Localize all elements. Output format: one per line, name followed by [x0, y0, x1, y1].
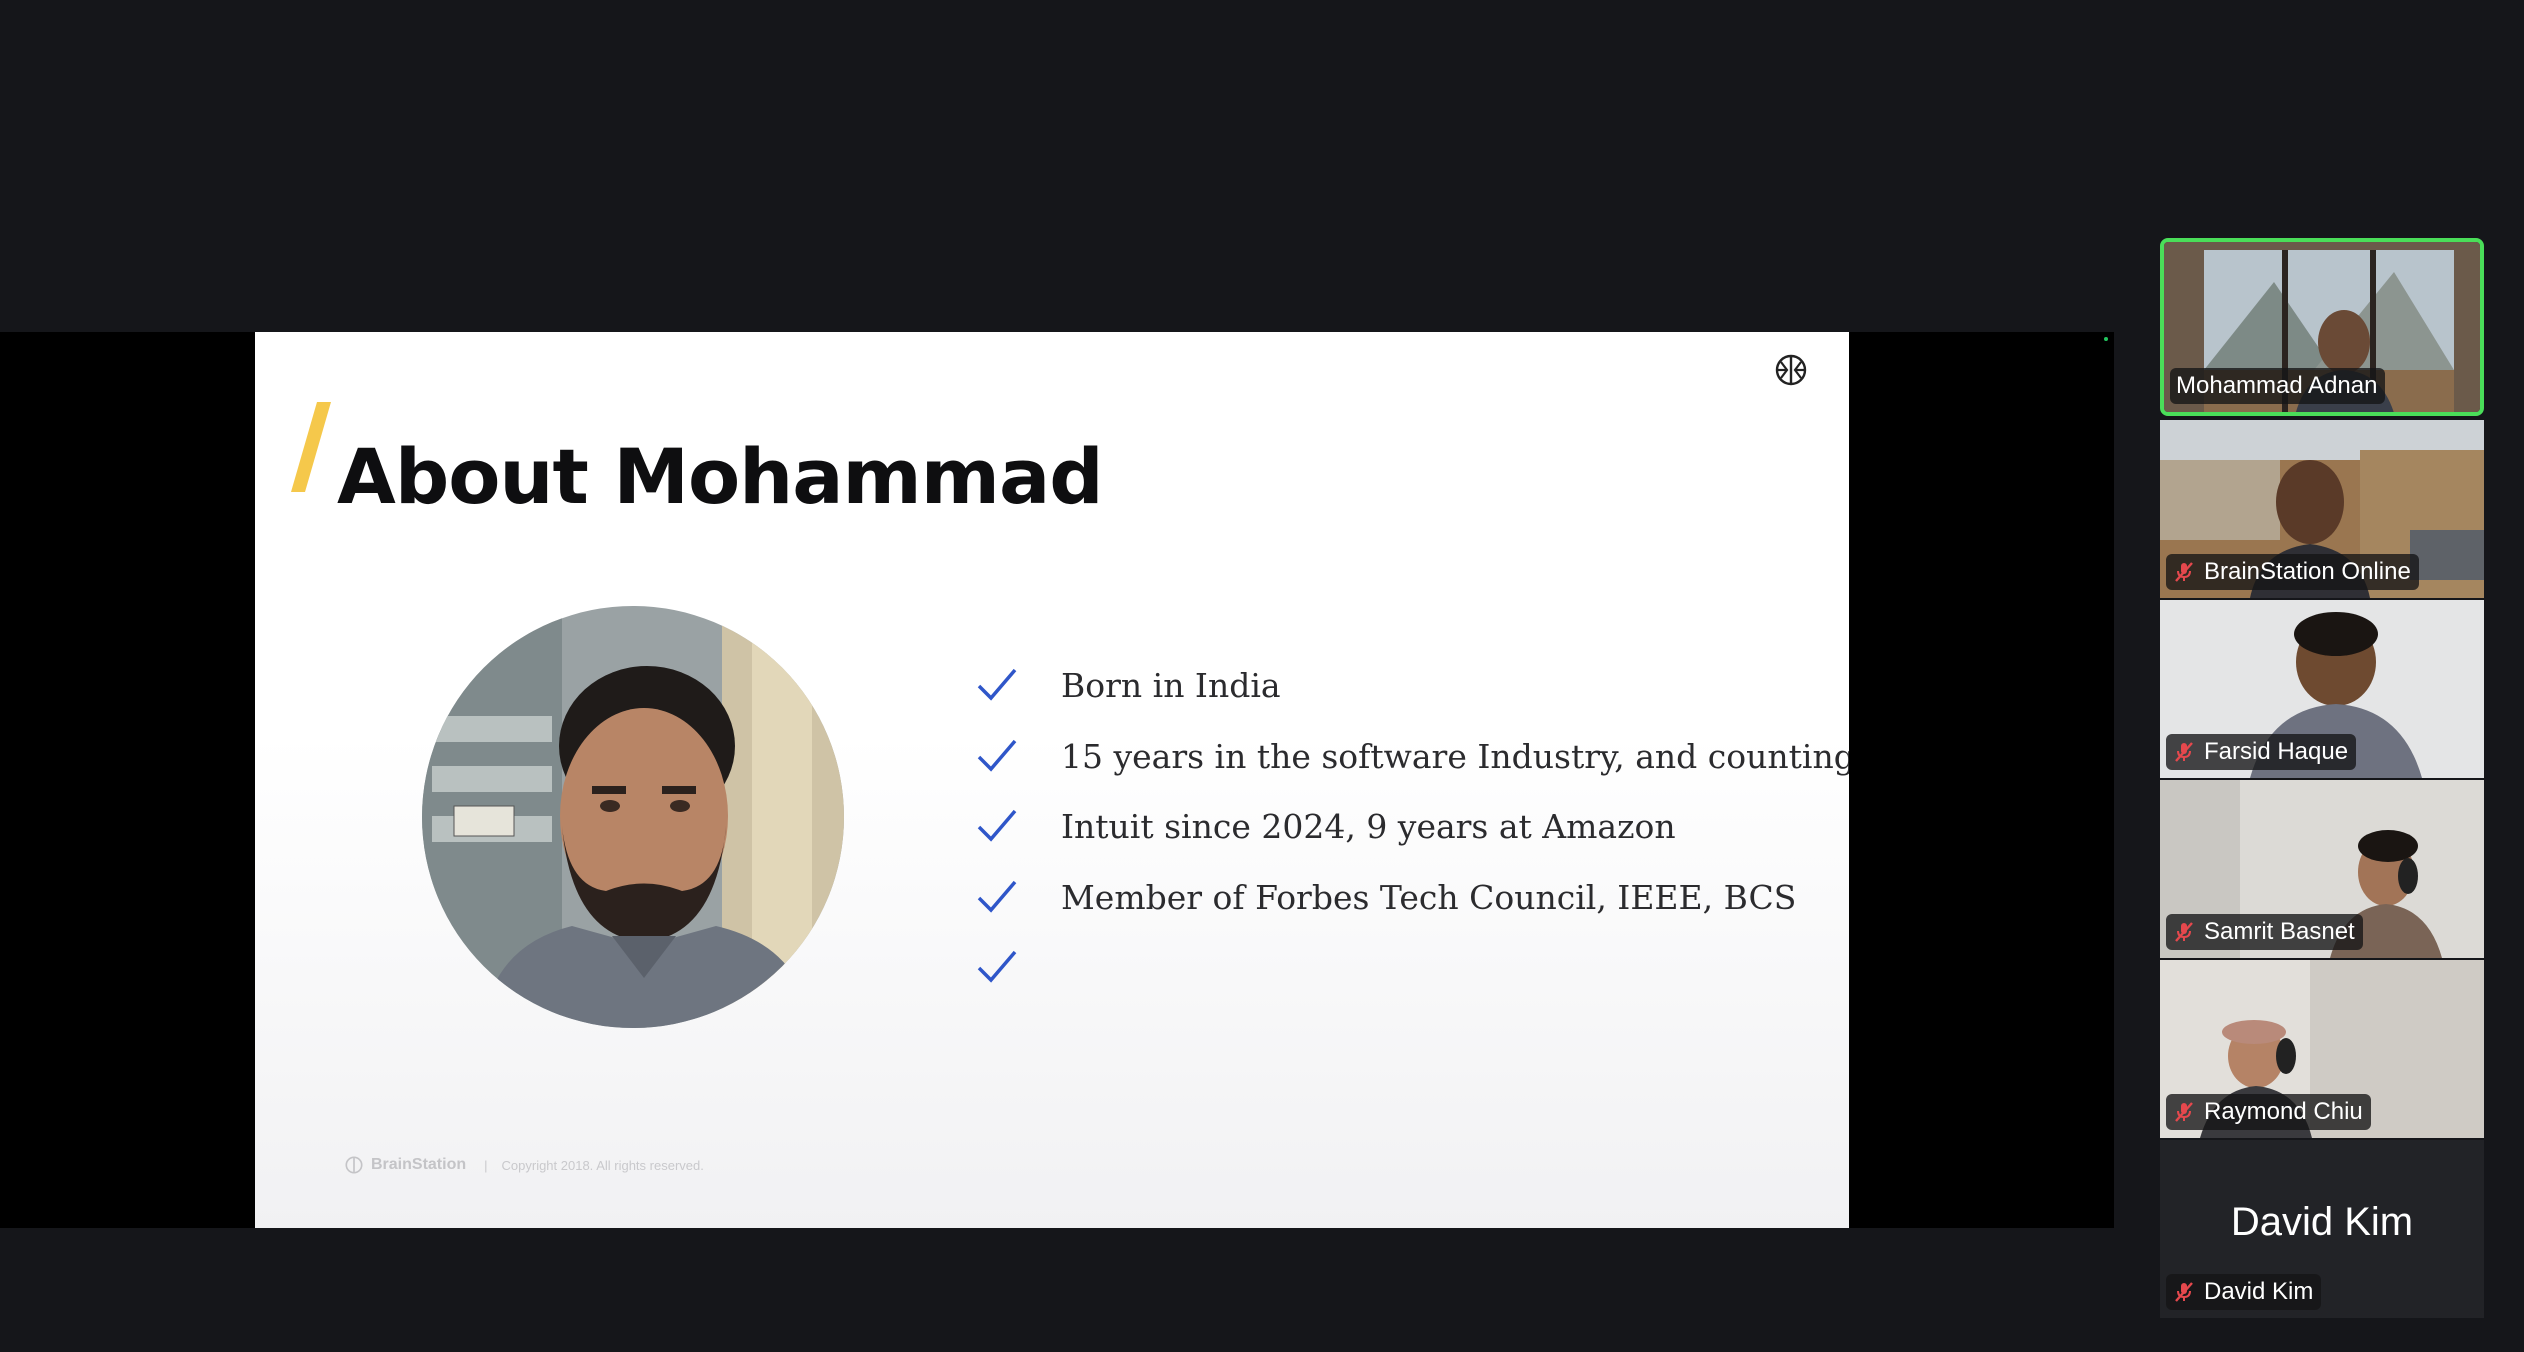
bullet-item: 15 years in the software Industry, and c…: [975, 733, 1849, 804]
presenter-photo: [422, 606, 844, 1028]
participant-tile-brainstation-online[interactable]: BrainStation Online: [2160, 420, 2484, 598]
check-icon: [975, 666, 1019, 706]
participant-name: David Kim: [2204, 1278, 2314, 1305]
bullet-text: Intuit since 2024, 9 years at Amazon: [1061, 807, 1676, 846]
mic-off-icon: [2172, 740, 2196, 764]
participant-name-tag: Raymond Chiu: [2166, 1094, 2371, 1130]
participant-name: Raymond Chiu: [2204, 1098, 2363, 1125]
bullet-text: Member of Forbes Tech Council, IEEE, BCS: [1061, 877, 1797, 917]
brain-logo-icon: [345, 1156, 363, 1174]
mic-off-icon: [2172, 560, 2196, 584]
check-icon: [975, 737, 1019, 777]
participant-name-tag: BrainStation Online: [2166, 554, 2419, 590]
participant-name: Farsid Haque: [2204, 738, 2349, 765]
participant-tile-farsid-haque[interactable]: Farsid Haque: [2160, 600, 2484, 778]
participant-name-tag: Samrit Basnet: [2166, 914, 2363, 950]
bullet-item: Born in India: [975, 662, 1835, 733]
check-icon: [975, 807, 1019, 847]
participant-name: BrainStation Online: [2204, 558, 2411, 585]
bullet-text: Born in India: [1061, 666, 1281, 705]
bullet-text: 15 years in the software Industry, and c…: [1061, 736, 1849, 776]
participant-tile-samrit-basnet[interactable]: Samrit Basnet: [2160, 780, 2484, 958]
accent-slash: [291, 402, 331, 492]
bullet-item: Member of Forbes Tech Council, IEEE, BCS: [975, 874, 1835, 945]
footer-separator: |: [484, 1157, 488, 1173]
mic-off-icon: [2172, 1100, 2196, 1124]
bullet-list: Born in India 15 years in the software I…: [975, 662, 1849, 1015]
bullet-item: [975, 944, 1835, 1015]
participant-name-tag: David Kim: [2166, 1274, 2322, 1310]
mic-off-icon: [2172, 1280, 2196, 1304]
participant-tile-raymond-chiu[interactable]: Raymond Chiu: [2160, 960, 2484, 1138]
bullet-item: Intuit since 2024, 9 years at Amazon: [975, 803, 1835, 874]
mic-off-icon: [2172, 920, 2196, 944]
participant-tile-mohammad-adnan[interactable]: Mohammad Adnan: [2160, 238, 2484, 416]
participant-name-tag: Farsid Haque: [2166, 734, 2357, 770]
slide-footer: BrainStation | Copyright 2018. All right…: [343, 1154, 704, 1176]
footer-brand: BrainStation: [371, 1156, 467, 1173]
slide-title: About Mohammad: [337, 432, 1104, 521]
participant-name-tag: Mohammad Adnan: [2170, 368, 2386, 404]
check-icon: [975, 948, 1019, 988]
check-icon: [975, 878, 1019, 918]
participant-display-name: David Kim: [2230, 1200, 2414, 1244]
footer-copyright: Copyright 2018. All rights reserved.: [501, 1157, 704, 1173]
brain-logo-icon: [1775, 354, 1807, 386]
participant-tile-david-kim[interactable]: David Kim David Kim: [2160, 1140, 2484, 1318]
meeting-window: About Mohammad Born in India 15 years in…: [0, 0, 2524, 1352]
participant-name: Samrit Basnet: [2204, 918, 2355, 945]
presentation-slide: About Mohammad Born in India 15 years in…: [255, 332, 1849, 1228]
participant-name: Mohammad Adnan: [2176, 372, 2378, 399]
share-indicator-dot: [2104, 337, 2108, 341]
